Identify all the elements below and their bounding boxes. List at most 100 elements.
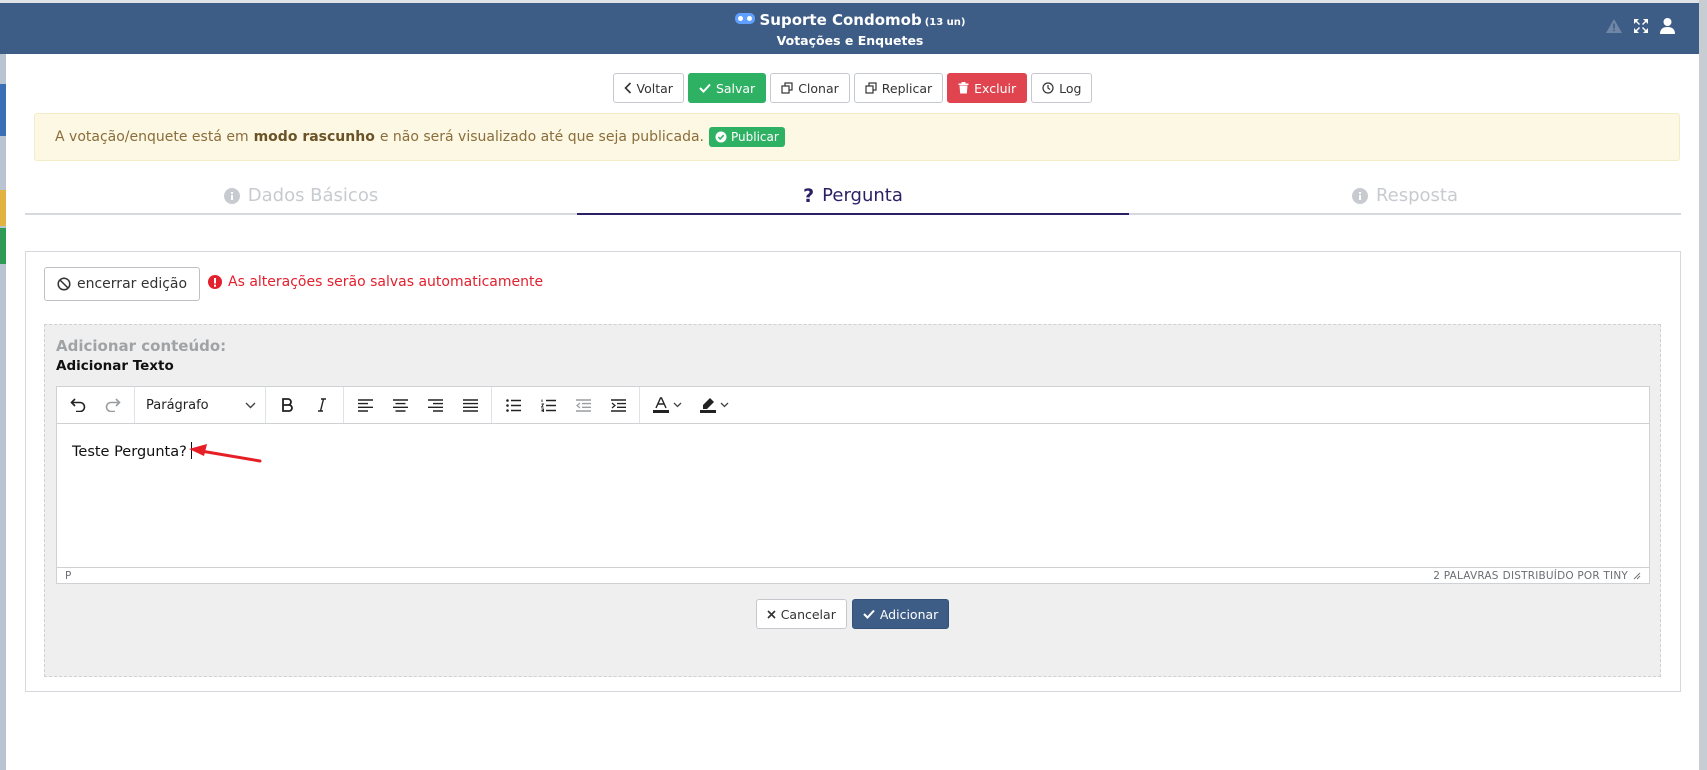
save-label: Salvar <box>715 80 756 96</box>
block-format-value: Parágrafo <box>146 397 209 413</box>
element-path[interactable]: P <box>65 570 71 582</box>
app-title-text: Suporte Condomob <box>759 11 922 29</box>
align-center-icon <box>392 398 408 412</box>
log-button[interactable]: Log <box>1031 73 1093 103</box>
question-mark-icon: ? <box>803 184 815 207</box>
undo-button[interactable] <box>62 391 94 419</box>
list-group <box>492 387 640 423</box>
cancel-label: Cancelar <box>780 606 836 622</box>
text-color-button[interactable] <box>645 391 689 419</box>
add-content-heading: Adicionar conteúdo: <box>56 337 227 355</box>
red-arrow-annotation <box>189 444 262 463</box>
gamepad-logo-icon <box>734 13 755 24</box>
tab-pergunta[interactable]: ? Pergunta <box>577 178 1129 215</box>
add-text-heading: Adicionar Texto <box>56 358 174 374</box>
indent-button[interactable] <box>602 391 634 419</box>
ban-icon <box>57 277 71 291</box>
color-group <box>640 387 741 423</box>
block-format-select[interactable]: Parágrafo <box>140 391 260 419</box>
top-header: Suporte Condomob (13 un) Votações e Enque… <box>0 3 1700 54</box>
resize-handle-icon[interactable] <box>1632 571 1641 580</box>
editor-statusbar: P 2 PALAVRAS DISTRIBUÍDO POR TINY <box>57 567 1649 583</box>
replicate-button[interactable]: Replicar <box>853 73 944 103</box>
numbered-list-button[interactable] <box>532 391 564 419</box>
align-right-icon <box>427 398 443 412</box>
add-button[interactable]: Adicionar <box>851 599 950 629</box>
tab-label: Dados Básicos <box>247 185 379 206</box>
delete-label: Excluir <box>974 80 1017 96</box>
text-style-group <box>266 387 344 423</box>
exclamation-circle-icon <box>208 275 222 289</box>
bold-icon <box>282 398 293 412</box>
user-icon[interactable] <box>1659 17 1676 34</box>
editor-text[interactable]: Teste Pergunta? <box>72 442 192 460</box>
publish-button[interactable]: Publicar <box>708 127 785 147</box>
redo-button[interactable] <box>97 391 129 419</box>
page-subtitle: Votações e Enquetes <box>776 33 924 48</box>
scrollbar[interactable] <box>1699 0 1707 770</box>
copy-icon <box>865 82 877 94</box>
word-count[interactable]: 2 PALAVRAS <box>1433 570 1498 582</box>
delete-button[interactable]: Excluir <box>947 73 1028 103</box>
end-edit-button[interactable]: encerrar edição <box>44 267 201 301</box>
alignment-group <box>344 387 492 423</box>
tab-resposta[interactable]: Resposta <box>1129 178 1681 213</box>
close-icon <box>767 609 776 619</box>
autosave-note: As alterações serão salvas automaticamen… <box>208 274 543 290</box>
outdent-icon <box>575 398 591 412</box>
chevron-down-icon <box>720 402 728 408</box>
tab-dados-basicos[interactable]: Dados Básicos <box>25 178 577 213</box>
clone-button[interactable]: Clonar <box>770 73 850 103</box>
text-color-icon <box>652 397 669 413</box>
align-right-button[interactable] <box>419 391 451 419</box>
question-text: Teste Pergunta? <box>72 444 187 460</box>
back-button[interactable]: Voltar <box>612 73 684 103</box>
rich-text-editor: Parágrafo Teste Pergunta? P 2 PALAVRAS D… <box>56 386 1650 584</box>
unit-count: (13 un) <box>924 17 966 28</box>
powered-by-link[interactable]: DISTRIBUÍDO POR TINY <box>1503 570 1628 582</box>
chevron-down-icon <box>245 402 256 408</box>
draft-alert-prefix: A votação/enquete está em <box>55 129 249 145</box>
bullet-list-button[interactable] <box>497 391 529 419</box>
question-panel: encerrar edição As alterações serão salv… <box>25 251 1681 692</box>
cancel-button[interactable]: Cancelar <box>755 599 847 629</box>
draft-alert-suffix: e não será visualizado até que seja publ… <box>379 129 704 145</box>
trash-icon <box>958 82 969 94</box>
draft-alert: A votação/enquete está em modo rascunho … <box>34 113 1680 161</box>
editor-content-area[interactable]: Teste Pergunta? <box>57 425 1649 554</box>
chevron-down-icon <box>673 402 681 408</box>
info-icon <box>1351 187 1368 204</box>
add-label: Adicionar <box>879 606 939 622</box>
replicate-label: Replicar <box>881 80 933 96</box>
copy-icon <box>781 82 793 94</box>
outdent-button[interactable] <box>567 391 599 419</box>
warning-icon[interactable] <box>1605 18 1623 34</box>
italic-icon <box>318 398 326 412</box>
align-left-button[interactable] <box>349 391 381 419</box>
numbered-list-icon <box>540 399 556 412</box>
bold-button[interactable] <box>271 391 303 419</box>
align-left-icon <box>357 398 373 412</box>
publish-label: Publicar <box>730 130 779 144</box>
info-icon <box>223 187 240 204</box>
save-button[interactable]: Salvar <box>687 73 767 103</box>
check-circle-icon <box>715 131 727 143</box>
autosave-text: As alterações serão salvas automaticamen… <box>228 274 544 290</box>
clock-icon <box>1042 82 1054 94</box>
record-toolbar: Voltar Salvar Clonar Replicar Excluir Lo… <box>6 73 1699 103</box>
align-center-button[interactable] <box>384 391 416 419</box>
align-justify-button[interactable] <box>454 391 486 419</box>
editor-toolbar: Parágrafo <box>57 387 1649 424</box>
add-content-box: Adicionar conteúdo: Adicionar Texto Pará… <box>44 324 1661 677</box>
main-content: Voltar Salvar Clonar Replicar Excluir Lo… <box>6 54 1699 770</box>
highlight-color-button[interactable] <box>692 391 736 419</box>
back-label: Voltar <box>636 80 673 96</box>
tab-label: Pergunta <box>822 185 903 206</box>
expand-icon[interactable] <box>1633 18 1649 34</box>
log-label: Log <box>1059 80 1082 96</box>
highlighter-icon <box>699 398 716 413</box>
italic-button[interactable] <box>306 391 338 419</box>
chevron-left-icon <box>623 82 631 94</box>
end-edit-label: encerrar edição <box>77 276 188 292</box>
tab-label: Resposta <box>1375 185 1459 206</box>
